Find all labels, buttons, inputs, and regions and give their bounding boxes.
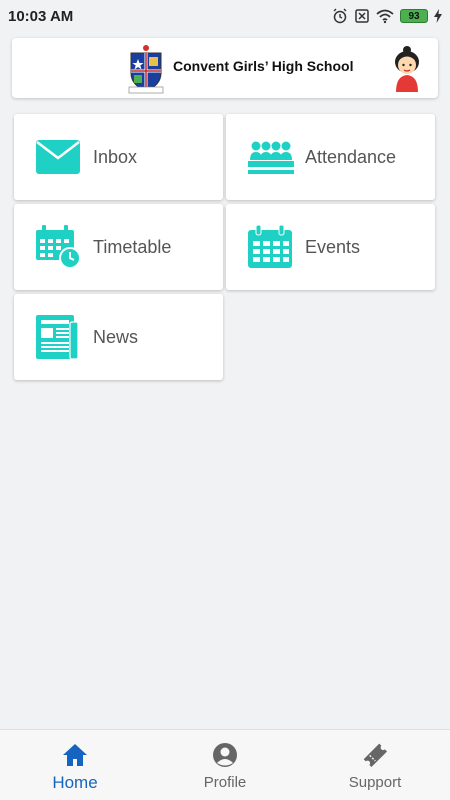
nav-home-label: Home [52,773,98,792]
home-icon [63,744,87,766]
ticket-icon [363,743,388,768]
nav-support[interactable]: Support [300,730,450,800]
sim-off-icon [355,9,369,23]
alarm-icon [333,8,347,24]
nav-profile[interactable]: Profile [150,730,300,800]
tile-inbox-label: Inbox [93,147,138,167]
charging-icon [434,9,442,23]
tile-events[interactable]: Events [226,204,435,290]
newspaper-icon [36,315,79,360]
calendar-icon [248,224,292,268]
tile-inbox[interactable]: Inbox [14,114,223,200]
bottom-navigation: Home Profile Support [0,729,450,800]
tile-attendance[interactable]: Attendance [226,114,435,200]
profile-icon [213,743,237,767]
tile-timetable[interactable]: Timetable [14,204,223,290]
tile-news[interactable]: News [14,294,223,380]
tile-attendance-label: Attendance [305,147,397,167]
status-icons: 93 [332,8,442,24]
nav-support-label: Support [348,774,402,791]
tile-timetable-label: Timetable [93,237,172,257]
envelope-icon [36,140,80,174]
tile-news-label: News [93,327,139,347]
school-header: Convent Girls’ High School [12,38,438,98]
status-bar: 10:03 AM 93 [0,0,450,32]
school-crest-logo [128,45,164,94]
school-name: Convent Girls’ High School [173,58,354,74]
tile-events-label: Events [305,237,361,257]
wifi-icon [376,9,394,24]
group-icon [248,141,294,174]
nav-profile-label: Profile [203,774,247,791]
calendar-clock-icon [36,225,81,269]
status-time: 10:03 AM [8,7,74,25]
student-avatar[interactable] [390,44,424,92]
battery-indicator: 93 [400,9,428,23]
nav-home[interactable]: Home [0,730,150,800]
